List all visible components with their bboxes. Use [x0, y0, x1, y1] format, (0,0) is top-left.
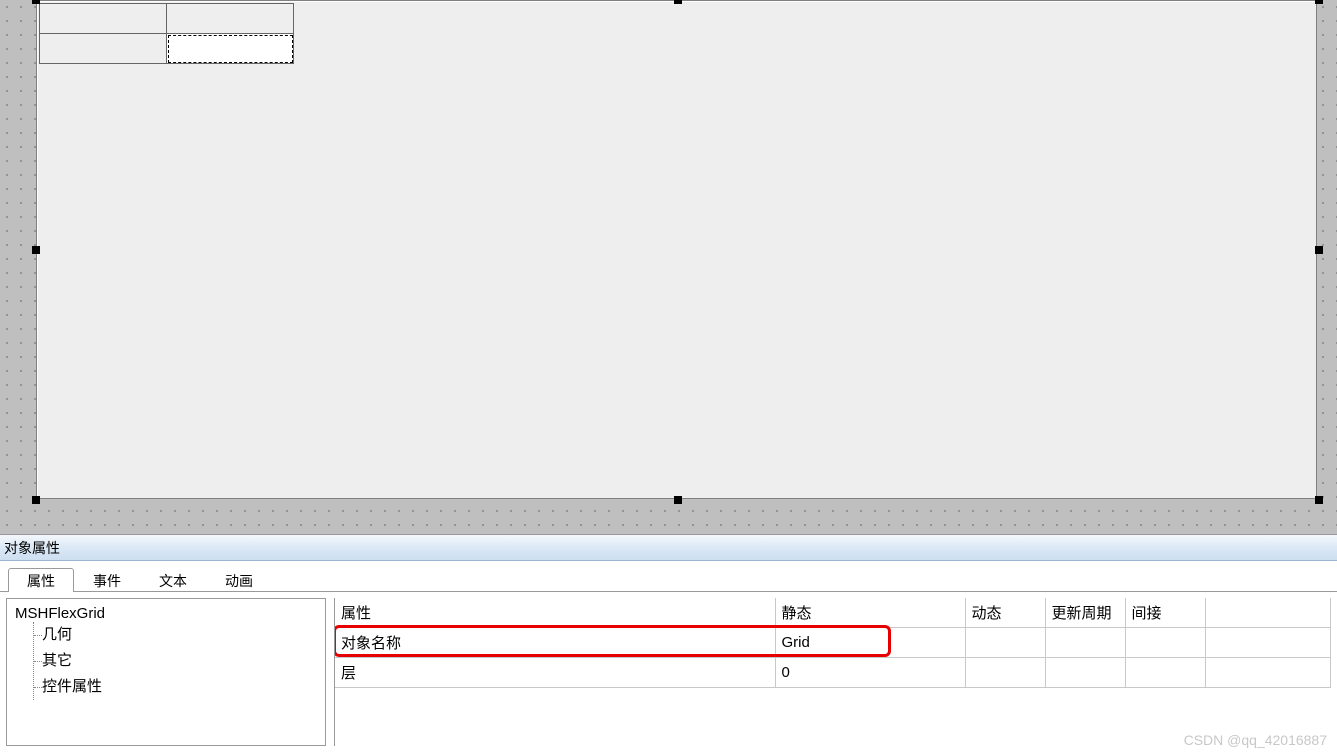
tab-animation[interactable]: 动画 [206, 568, 272, 592]
cell-ind-0[interactable] [1125, 628, 1205, 658]
resize-handle-w[interactable] [32, 246, 40, 254]
tab-text[interactable]: 文本 [140, 568, 206, 592]
cell-static-1[interactable]: 0 [775, 658, 965, 688]
cell-cycle-0[interactable] [1045, 628, 1125, 658]
resize-handle-s[interactable] [674, 496, 682, 504]
flexgrid-control[interactable] [39, 3, 294, 64]
property-tabs: 属性 事件 文本 动画 [0, 561, 1337, 591]
tab-events[interactable]: 事件 [74, 568, 140, 592]
flexgrid-cell-r1c0[interactable] [40, 34, 167, 64]
col-header-indirect[interactable]: 间接 [1125, 598, 1205, 628]
design-canvas[interactable] [0, 0, 1337, 534]
property-grid[interactable]: 属性 静态 动态 更新周期 间接 对象名称 Grid [335, 598, 1331, 688]
selected-control-surface[interactable] [36, 0, 1317, 499]
flexgrid-cell-r1c1[interactable] [167, 34, 294, 64]
property-row-layer[interactable]: 层 0 [335, 658, 1331, 688]
col-header-spacer [1205, 598, 1331, 628]
cell-spacer-1 [1205, 658, 1331, 688]
cell-name-1[interactable]: 层 [335, 658, 775, 688]
watermark: CSDN @qq_42016887 [1184, 732, 1327, 748]
cell-dyn-0[interactable] [965, 628, 1045, 658]
tree-node-control[interactable]: 控件属性 [42, 674, 317, 700]
cell-cycle-1[interactable] [1045, 658, 1125, 688]
resize-handle-e[interactable] [1315, 246, 1323, 254]
property-panel: 对象属性 属性 事件 文本 动画 MSHFlexGrid 几何 其它 控件属性 … [0, 534, 1337, 752]
col-header-dynamic[interactable]: 动态 [965, 598, 1045, 628]
cell-static-0[interactable]: Grid [775, 628, 965, 658]
tree-root[interactable]: MSHFlexGrid [15, 605, 317, 622]
property-grid-header-row: 属性 静态 动态 更新周期 间接 [335, 598, 1331, 628]
flexgrid-cell-r0c1[interactable] [167, 4, 294, 34]
tree-node-geometry[interactable]: 几何 [42, 622, 317, 648]
resize-handle-sw[interactable] [32, 496, 40, 504]
cell-ind-1[interactable] [1125, 658, 1205, 688]
tab-properties[interactable]: 属性 [8, 568, 74, 592]
resize-handle-nw[interactable] [32, 0, 40, 4]
property-panel-title: 对象属性 [0, 535, 1337, 561]
resize-handle-n[interactable] [674, 0, 682, 4]
property-grid-pane: 属性 静态 动态 更新周期 间接 对象名称 Grid [334, 598, 1331, 746]
col-header-cycle[interactable]: 更新周期 [1045, 598, 1125, 628]
cell-name-0[interactable]: 对象名称 [335, 628, 775, 658]
col-header-name[interactable]: 属性 [335, 598, 775, 628]
property-body: MSHFlexGrid 几何 其它 控件属性 属性 静态 动态 更新周期 间接 [0, 591, 1337, 752]
property-row-objectname[interactable]: 对象名称 Grid [335, 628, 1331, 658]
property-tree[interactable]: MSHFlexGrid 几何 其它 控件属性 [6, 598, 326, 746]
col-header-static[interactable]: 静态 [775, 598, 965, 628]
resize-handle-se[interactable] [1315, 496, 1323, 504]
resize-handle-ne[interactable] [1315, 0, 1323, 4]
tree-node-other[interactable]: 其它 [42, 648, 317, 674]
cell-spacer-0 [1205, 628, 1331, 658]
cell-dyn-1[interactable] [965, 658, 1045, 688]
flexgrid-cell-r0c0[interactable] [40, 4, 167, 34]
